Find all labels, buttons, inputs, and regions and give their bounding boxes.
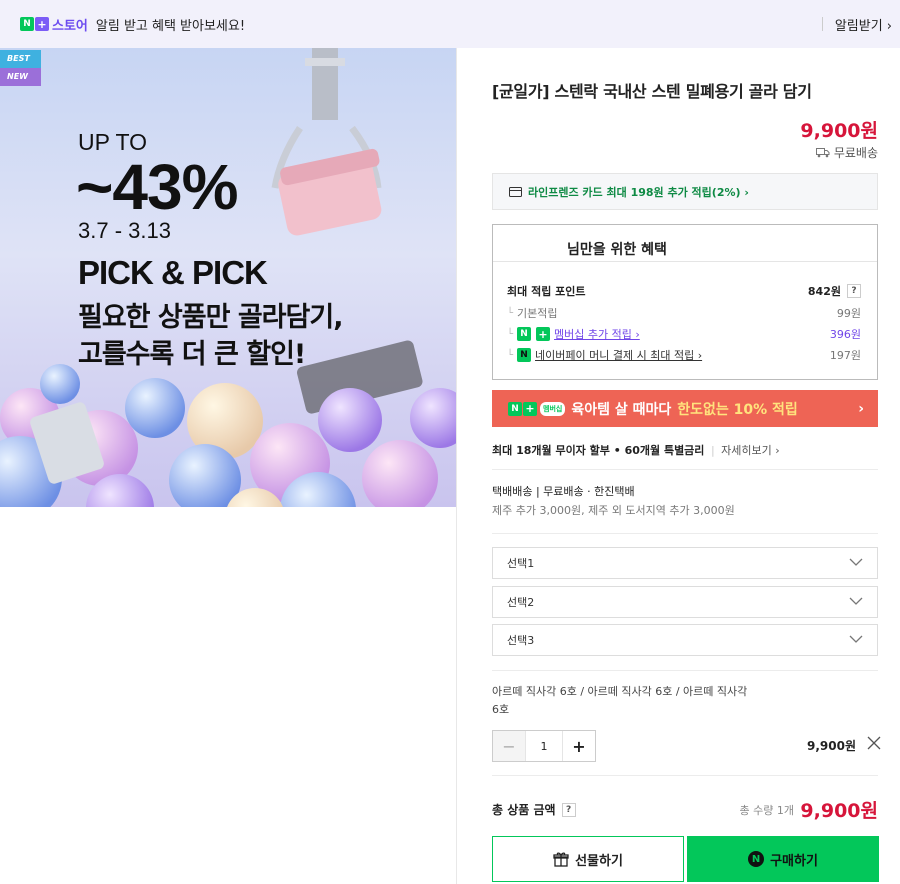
membership-points-value: 396원 — [829, 328, 861, 341]
naverpay-icon: N — [517, 348, 532, 362]
membership-points-link[interactable]: 멤버십 추가 적립 › — [554, 326, 640, 342]
gift-icon — [553, 852, 569, 867]
promo-highlight: 한도없는 10% 적립 — [677, 401, 798, 418]
total-quantity: 총 수량 1개 — [739, 804, 794, 817]
installment-info: 최대 18개월 무이자 할부 • 60개월 특별금리 | 자세히보기 › — [492, 444, 780, 457]
alarm-button-label: 알림받기 › — [834, 18, 892, 34]
naver-n-icon: N — [748, 851, 765, 867]
banner-copy-line1: 필요한 상품만 골라담기, — [78, 302, 343, 333]
chevron-down-icon — [849, 635, 863, 643]
banner-discount: ~43% — [76, 151, 238, 223]
banner-copy-line2: 고를수록 더 큰 할인! — [78, 339, 306, 370]
naver-n-icon: N — [508, 401, 522, 416]
store-label: 스토어 — [52, 18, 88, 34]
help-icon[interactable]: ? — [561, 802, 576, 817]
divider — [492, 775, 878, 776]
membership-promo-banner[interactable]: N + 멤버십 육아템 살 때마다 한도없는 10% 적립 › — [492, 390, 878, 427]
chevron-right-icon: › — [858, 400, 864, 417]
option-select-label: 선택1 — [507, 557, 535, 570]
max-points-row: 최대 적립 포인트 842원 ? — [507, 283, 861, 299]
naverpay-points-row: └ N 네이버페이 머니 결제 시 최대 적립 › 197원 — [507, 347, 861, 363]
naver-n-icon: N — [20, 17, 34, 31]
alarm-button[interactable]: 알림받기 › — [821, 0, 892, 48]
chevron-down-icon — [849, 558, 863, 566]
option-select-1[interactable]: 선택1 — [492, 547, 878, 579]
new-badge: NEW — [0, 68, 41, 86]
membership-points-row: └ N + 멤버십 추가 적립 › 396원 — [507, 326, 861, 342]
total-label-group: 총 상품 금액 ? — [492, 801, 576, 818]
buy-button[interactable]: N 구매하기 — [687, 836, 879, 882]
naver-n-icon: N — [517, 327, 532, 341]
plus-icon: + — [523, 401, 537, 416]
card-promo-banner[interactable]: 라인프렌즈 카드 최대 198원 추가 적립(2%) › — [492, 173, 878, 210]
option-select-3[interactable]: 선택3 — [492, 624, 878, 656]
total-label: 총 상품 금액 — [492, 803, 556, 817]
best-badge: BEST — [0, 50, 41, 68]
plus-icon: + — [536, 327, 551, 341]
quantity-stepper: − 1 + — [492, 730, 596, 762]
selected-option-name: 아르떼 직사각 6호 / 아르떼 직사각 6호 / 아르떼 직사각 6호 — [492, 685, 748, 716]
banner-dates: 3.7 - 3.13 — [78, 218, 171, 243]
installment-more-link[interactable]: 자세히보기 › — [721, 444, 780, 457]
total-price: 9,900원 — [800, 800, 878, 822]
tree-elbow-icon: └ — [507, 328, 514, 340]
basic-points-row: └ 기본적립 99원 — [507, 305, 861, 321]
divider — [492, 469, 878, 470]
promo-text: 육아템 살 때마다 — [571, 401, 672, 418]
product-main-image[interactable]: BEST NEW UP TO ~43% 3.7 - 3.13 PICK & PI… — [0, 48, 456, 507]
basic-points-value: 99원 — [836, 307, 861, 320]
naverpay-points-link[interactable]: 네이버페이 머니 결제 시 최대 적립 › — [535, 347, 702, 363]
divider — [492, 533, 878, 534]
card-promo-text: 라인프렌즈 카드 최대 198원 추가 적립(2%) › — [528, 185, 749, 199]
store-notification-bar: N + 스토어 알림 받고 혜택 받아보세요! 알림받기 › — [0, 0, 900, 48]
plus-icon: + — [35, 17, 49, 31]
option-select-2[interactable]: 선택2 — [492, 586, 878, 618]
product-title: [균일가] 스텐락 국내산 스텐 밀폐용기 골라 담기 — [492, 82, 812, 101]
member-benefit-box: 님만을 위한 혜택 최대 적립 포인트 842원 ? └ 기본적립 99원 └ N… — [492, 224, 878, 380]
quantity-minus-button[interactable]: − — [493, 731, 525, 761]
option-select-label: 선택3 — [507, 634, 535, 647]
delivery-method: 택배배송 | 무료배송 · 한진택배 — [492, 485, 635, 498]
notification-message: 알림 받고 혜택 받아보세요! — [95, 18, 246, 34]
truck-icon — [815, 148, 830, 158]
product-price: 9,900원 — [800, 120, 878, 142]
option-select-label: 선택2 — [507, 596, 535, 609]
quantity-plus-button[interactable]: + — [563, 731, 595, 761]
divider — [821, 17, 823, 31]
naver-plus-store-logo[interactable]: N + 스토어 — [20, 15, 88, 34]
max-points-value: 842원 — [807, 285, 841, 298]
naverpay-points-value: 197원 — [829, 349, 861, 362]
buy-button-label: 구매하기 — [770, 853, 818, 869]
tree-elbow-icon: └ — [507, 307, 514, 319]
option-price: 9,900원 — [807, 739, 856, 753]
column-divider — [456, 48, 457, 884]
delivery-extra-fee: 제주 추가 3,000원, 제주 외 도서지역 추가 3,000원 — [492, 504, 735, 517]
gift-button-label: 선물하기 — [575, 853, 623, 869]
help-icon[interactable]: ? — [847, 284, 861, 298]
gift-button[interactable]: 선물하기 — [492, 836, 684, 882]
quantity-input[interactable]: 1 — [525, 731, 563, 761]
tree-elbow-icon: └ — [507, 349, 514, 361]
membership-tag: 멤버십 — [540, 401, 566, 416]
divider — [492, 670, 878, 671]
chevron-down-icon — [849, 597, 863, 605]
banner-headline: PICK & PICK — [78, 254, 268, 291]
shipping-label: 무료배송 — [833, 146, 878, 160]
basic-points-label: 기본적립 — [517, 307, 558, 320]
shipping-info: 무료배송 — [815, 144, 878, 161]
installment-text: 최대 18개월 무이자 할부 • 60개월 특별금리 — [492, 444, 705, 457]
divider — [493, 261, 877, 262]
benefit-title: 님만을 위한 혜택 — [567, 242, 667, 258]
card-icon — [509, 186, 522, 197]
max-points-label: 최대 적립 포인트 — [507, 285, 586, 298]
close-icon[interactable] — [866, 735, 882, 751]
